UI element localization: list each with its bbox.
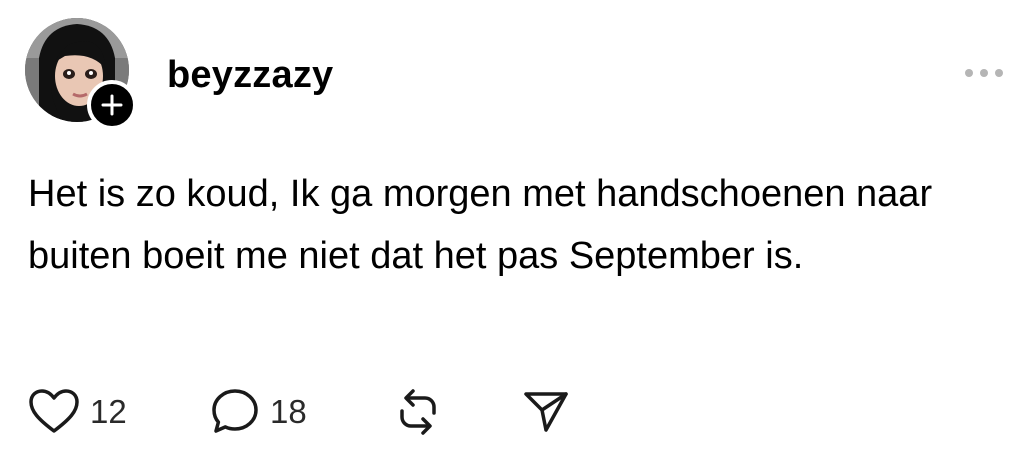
avatar-group[interactable] [25, 18, 137, 130]
post-actions-bar: 12 18 [0, 380, 1024, 444]
comment-count: 18 [270, 393, 307, 430]
username[interactable]: beyzzazy [167, 53, 333, 97]
heart-icon [29, 389, 79, 433]
follow-button[interactable] [87, 80, 137, 130]
like-button[interactable]: 12 [28, 380, 127, 444]
share-button[interactable] [520, 380, 572, 444]
ellipsis-icon [965, 69, 1003, 77]
post-body-text: Het is zo koud, Ik ga morgen met handsch… [28, 173, 933, 277]
like-count: 12 [90, 393, 127, 430]
more-options-button[interactable] [962, 60, 1006, 86]
repost-button[interactable] [392, 380, 444, 444]
send-icon [524, 392, 568, 432]
repost-icon [400, 389, 436, 435]
comment-button[interactable]: 18 [210, 380, 307, 444]
plus-icon [101, 94, 123, 116]
comment-icon [212, 389, 258, 433]
post-header: beyzzazy [0, 0, 1024, 140]
